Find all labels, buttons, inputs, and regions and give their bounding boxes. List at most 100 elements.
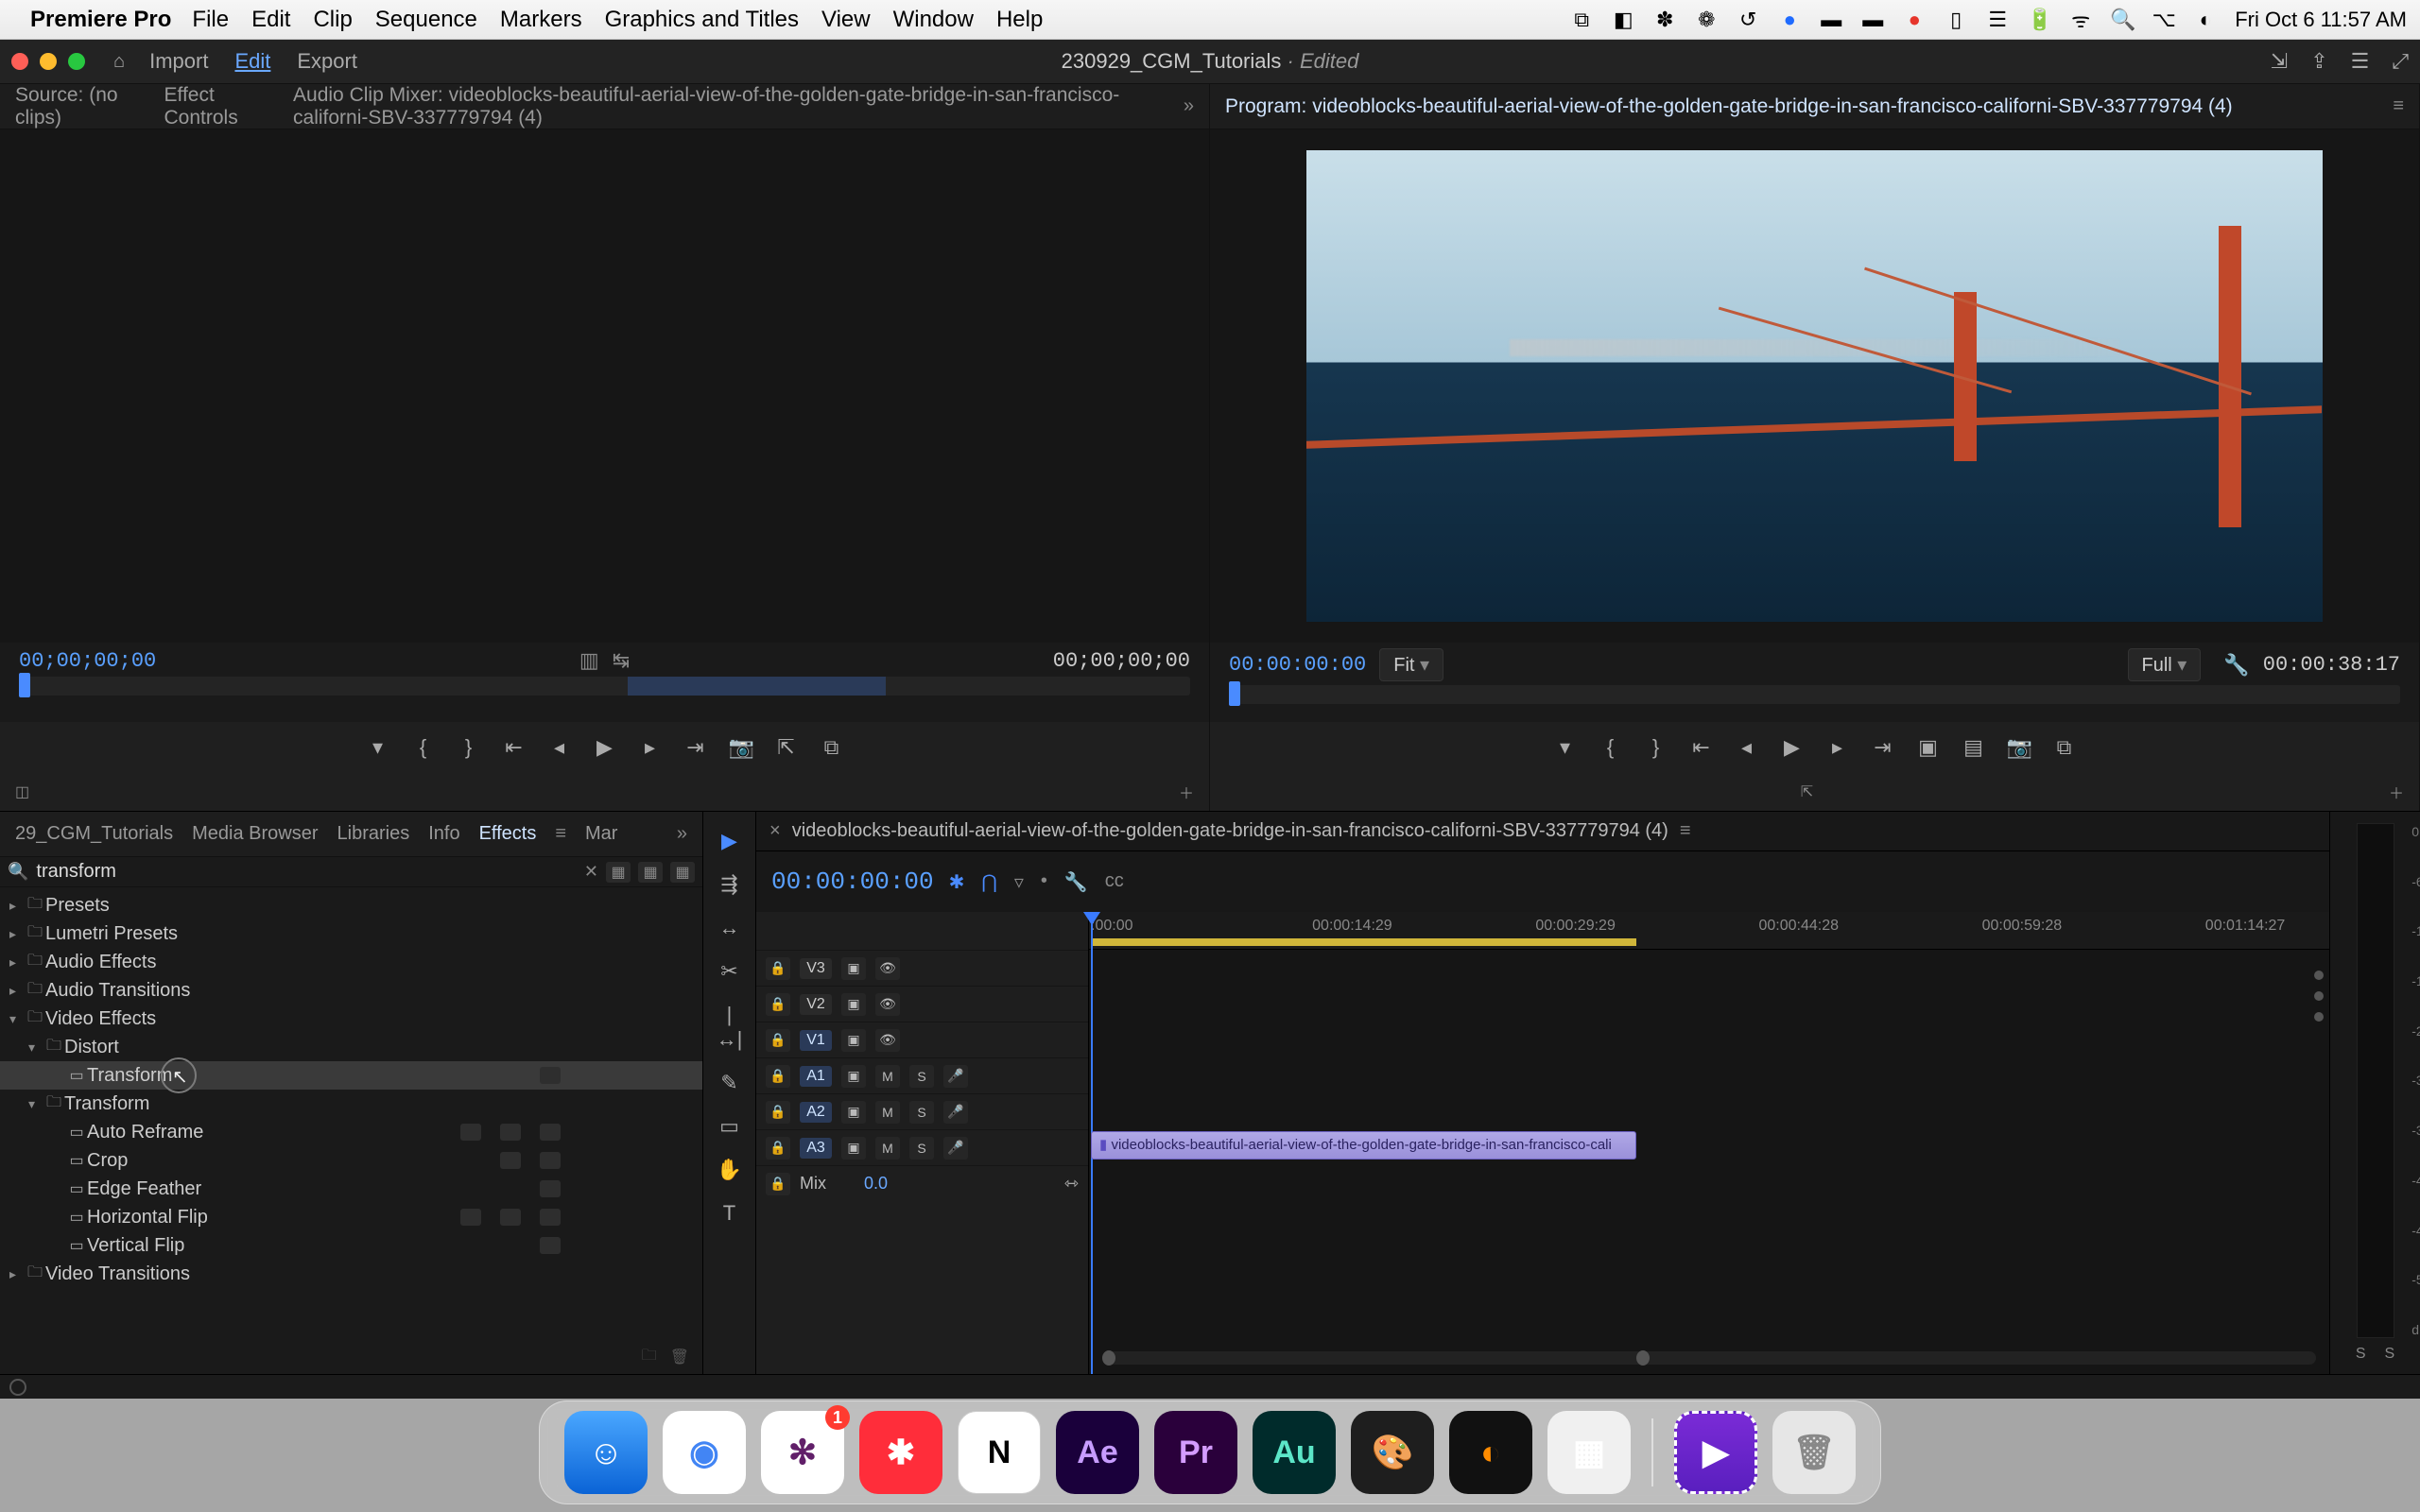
source-settings-icon[interactable]: ◫: [15, 782, 29, 801]
add-marker-icon[interactable]: ▾: [366, 735, 390, 760]
toggle-output-icon[interactable]: ▣: [841, 1065, 866, 1088]
menubar-icon-5[interactable]: ↺: [1736, 8, 1760, 32]
tab-audio-mixer[interactable]: Audio Clip Mixer: videoblocks-beautiful-…: [293, 84, 1159, 129]
eye-icon[interactable]: 👁: [875, 1029, 900, 1052]
menubar-icon-8[interactable]: ▬: [1860, 8, 1885, 32]
overwrite-icon[interactable]: ⇱: [774, 735, 799, 760]
work-area-bar[interactable]: [1091, 938, 1636, 946]
spotlight-icon[interactable]: 🔍: [2110, 8, 2135, 32]
menubar-icon-2[interactable]: ◧: [1611, 8, 1635, 32]
effects-item-transform[interactable]: ▭Transform: [0, 1061, 702, 1090]
source-playhead[interactable]: [19, 673, 30, 697]
goto-out-icon[interactable]: ⇥: [683, 735, 708, 760]
tab-libraries[interactable]: Libraries: [337, 823, 410, 845]
menubar-icon-10[interactable]: ▯: [1944, 8, 1968, 32]
toggle-output-icon[interactable]: ▣: [841, 1101, 866, 1124]
lock-icon[interactable]: 🔒: [766, 1173, 790, 1195]
effects-folder-video-effects[interactable]: ▾🗀Video Effects: [0, 1005, 702, 1033]
tab-project[interactable]: 29_CGM_Tutorials: [15, 823, 173, 845]
zoom-handle-left[interactable]: [1102, 1350, 1115, 1366]
source-footer-icon-1[interactable]: ▥: [579, 648, 599, 673]
effects-item-horizontal-flip[interactable]: ▭Horizontal Flip: [0, 1203, 702, 1231]
timeline-ruler[interactable]: :00:00 00:00:14:29 00:00:29:29 00:00:44:…: [1089, 912, 2329, 950]
mute-icon[interactable]: M: [875, 1101, 900, 1124]
type-tool-icon[interactable]: T: [716, 1201, 744, 1226]
step-back-icon[interactable]: ◂: [547, 735, 572, 760]
menu-file[interactable]: File: [192, 7, 229, 33]
mute-icon[interactable]: M: [875, 1137, 900, 1160]
prog-marker-icon[interactable]: ▾: [1553, 735, 1578, 760]
mark-in-icon[interactable]: {: [411, 735, 436, 760]
mute-icon[interactable]: M: [875, 1065, 900, 1088]
disclosure-arrow-icon[interactable]: ▸: [9, 926, 25, 942]
filter-accel-icon[interactable]: ▦: [638, 862, 663, 883]
filter-32bit-icon[interactable]: ▦: [606, 862, 631, 883]
slip-tool-icon[interactable]: |↔|: [716, 1003, 744, 1052]
program-tc-current[interactable]: 00:00:00:00: [1229, 653, 1366, 677]
dock-resolve[interactable]: ◐: [1449, 1411, 1532, 1494]
track-header-a2[interactable]: 🔒 A2 ▣ M S 🎤: [756, 1093, 1088, 1129]
effects-folder-lumetri-presets[interactable]: ▸🗀Lumetri Presets: [0, 919, 702, 948]
effects-folder-transform[interactable]: ▾🗀Transform: [0, 1090, 702, 1118]
audio-meter[interactable]: 0-6-12-18-24-30-36-42-48-54dB: [2357, 823, 2394, 1338]
filter-yuv-icon[interactable]: ▦: [670, 862, 695, 883]
battery-icon[interactable]: 🔋: [2027, 8, 2051, 32]
disclosure-arrow-icon[interactable]: ▸: [9, 954, 25, 971]
menubar-icon-4[interactable]: ❁: [1694, 8, 1719, 32]
menubar-icon-11[interactable]: ☰: [1985, 8, 2010, 32]
track-label-a1[interactable]: A1: [800, 1066, 832, 1087]
dock-premiere[interactable]: Pr: [1154, 1411, 1237, 1494]
disclosure-arrow-icon[interactable]: ▸: [9, 983, 25, 999]
eye-icon[interactable]: 👁: [875, 957, 900, 980]
toggle-output-icon[interactable]: ▣: [841, 1029, 866, 1052]
track-label-v2[interactable]: V2: [800, 994, 832, 1015]
solo-icon[interactable]: S: [909, 1137, 934, 1160]
workspace-import[interactable]: Import: [149, 49, 208, 74]
wifi-icon[interactable]: ᯤ: [2068, 6, 2093, 34]
menubar-icon-1[interactable]: ⧉: [1569, 8, 1594, 32]
lock-icon[interactable]: 🔒: [766, 957, 790, 980]
prog-lift-icon[interactable]: ▣: [1916, 735, 1941, 760]
share-icon[interactable]: ⇪: [2310, 49, 2327, 74]
wrench-icon[interactable]: 🔧: [1064, 870, 1088, 894]
tab-effect-controls[interactable]: Effect Controls: [164, 84, 269, 129]
effects-item-auto-reframe[interactable]: ▭Auto Reframe: [0, 1118, 702, 1146]
ripple-tool-icon[interactable]: ↔: [716, 916, 744, 940]
track-header-v3[interactable]: 🔒 V3 ▣ 👁: [756, 950, 1088, 986]
play-icon[interactable]: ▶: [593, 735, 617, 760]
track-label-v1[interactable]: V1: [800, 1030, 832, 1051]
dock-finder[interactable]: ☺: [564, 1411, 648, 1494]
effects-folder-audio-effects[interactable]: ▸🗀Audio Effects: [0, 948, 702, 976]
meter-solo-right[interactable]: S: [2385, 1346, 2395, 1363]
program-tab-menu-icon[interactable]: ≡: [2393, 95, 2404, 117]
lock-icon[interactable]: 🔒: [766, 1137, 790, 1160]
menubar-icon-9[interactable]: ●: [1902, 8, 1927, 32]
voiceover-icon[interactable]: 🎤: [943, 1137, 968, 1160]
prog-in-icon[interactable]: {: [1599, 735, 1623, 760]
program-zoom-select[interactable]: Fit: [1379, 648, 1443, 681]
menu-graphics[interactable]: Graphics and Titles: [605, 7, 799, 33]
menu-sequence[interactable]: Sequence: [375, 7, 477, 33]
timeline-vscroll[interactable]: [2312, 959, 2325, 1346]
tabs-overflow-icon[interactable]: »: [1184, 95, 1194, 117]
eye-icon[interactable]: 👁: [875, 993, 900, 1016]
voiceover-icon[interactable]: 🎤: [943, 1065, 968, 1088]
menu-clip[interactable]: Clip: [313, 7, 352, 33]
zoom-handle-right[interactable]: [1636, 1350, 1650, 1366]
hand-tool-icon[interactable]: ✋: [716, 1158, 744, 1182]
sequence-menu-icon[interactable]: ≡: [1680, 820, 1691, 842]
menubar-icon-6[interactable]: ●: [1777, 8, 1802, 32]
track-header-mix[interactable]: 🔒 Mix 0.0 ⇿: [756, 1165, 1088, 1201]
delete-icon[interactable]: 🗑: [670, 1348, 689, 1366]
menu-help[interactable]: Help: [996, 7, 1043, 33]
dock-chrome[interactable]: ◉: [663, 1411, 746, 1494]
menu-view[interactable]: View: [821, 7, 871, 33]
tab-source[interactable]: Source: (no clips): [15, 84, 140, 129]
maximize-button[interactable]: [68, 53, 85, 70]
tab-info[interactable]: Info: [428, 823, 459, 845]
prog-extract-icon[interactable]: ▤: [1962, 735, 1986, 760]
razor-tool-icon[interactable]: ✂: [716, 959, 744, 984]
lock-icon[interactable]: 🔒: [766, 1065, 790, 1088]
toggle-output-icon[interactable]: ▣: [841, 993, 866, 1016]
voiceover-icon[interactable]: 🎤: [943, 1101, 968, 1124]
